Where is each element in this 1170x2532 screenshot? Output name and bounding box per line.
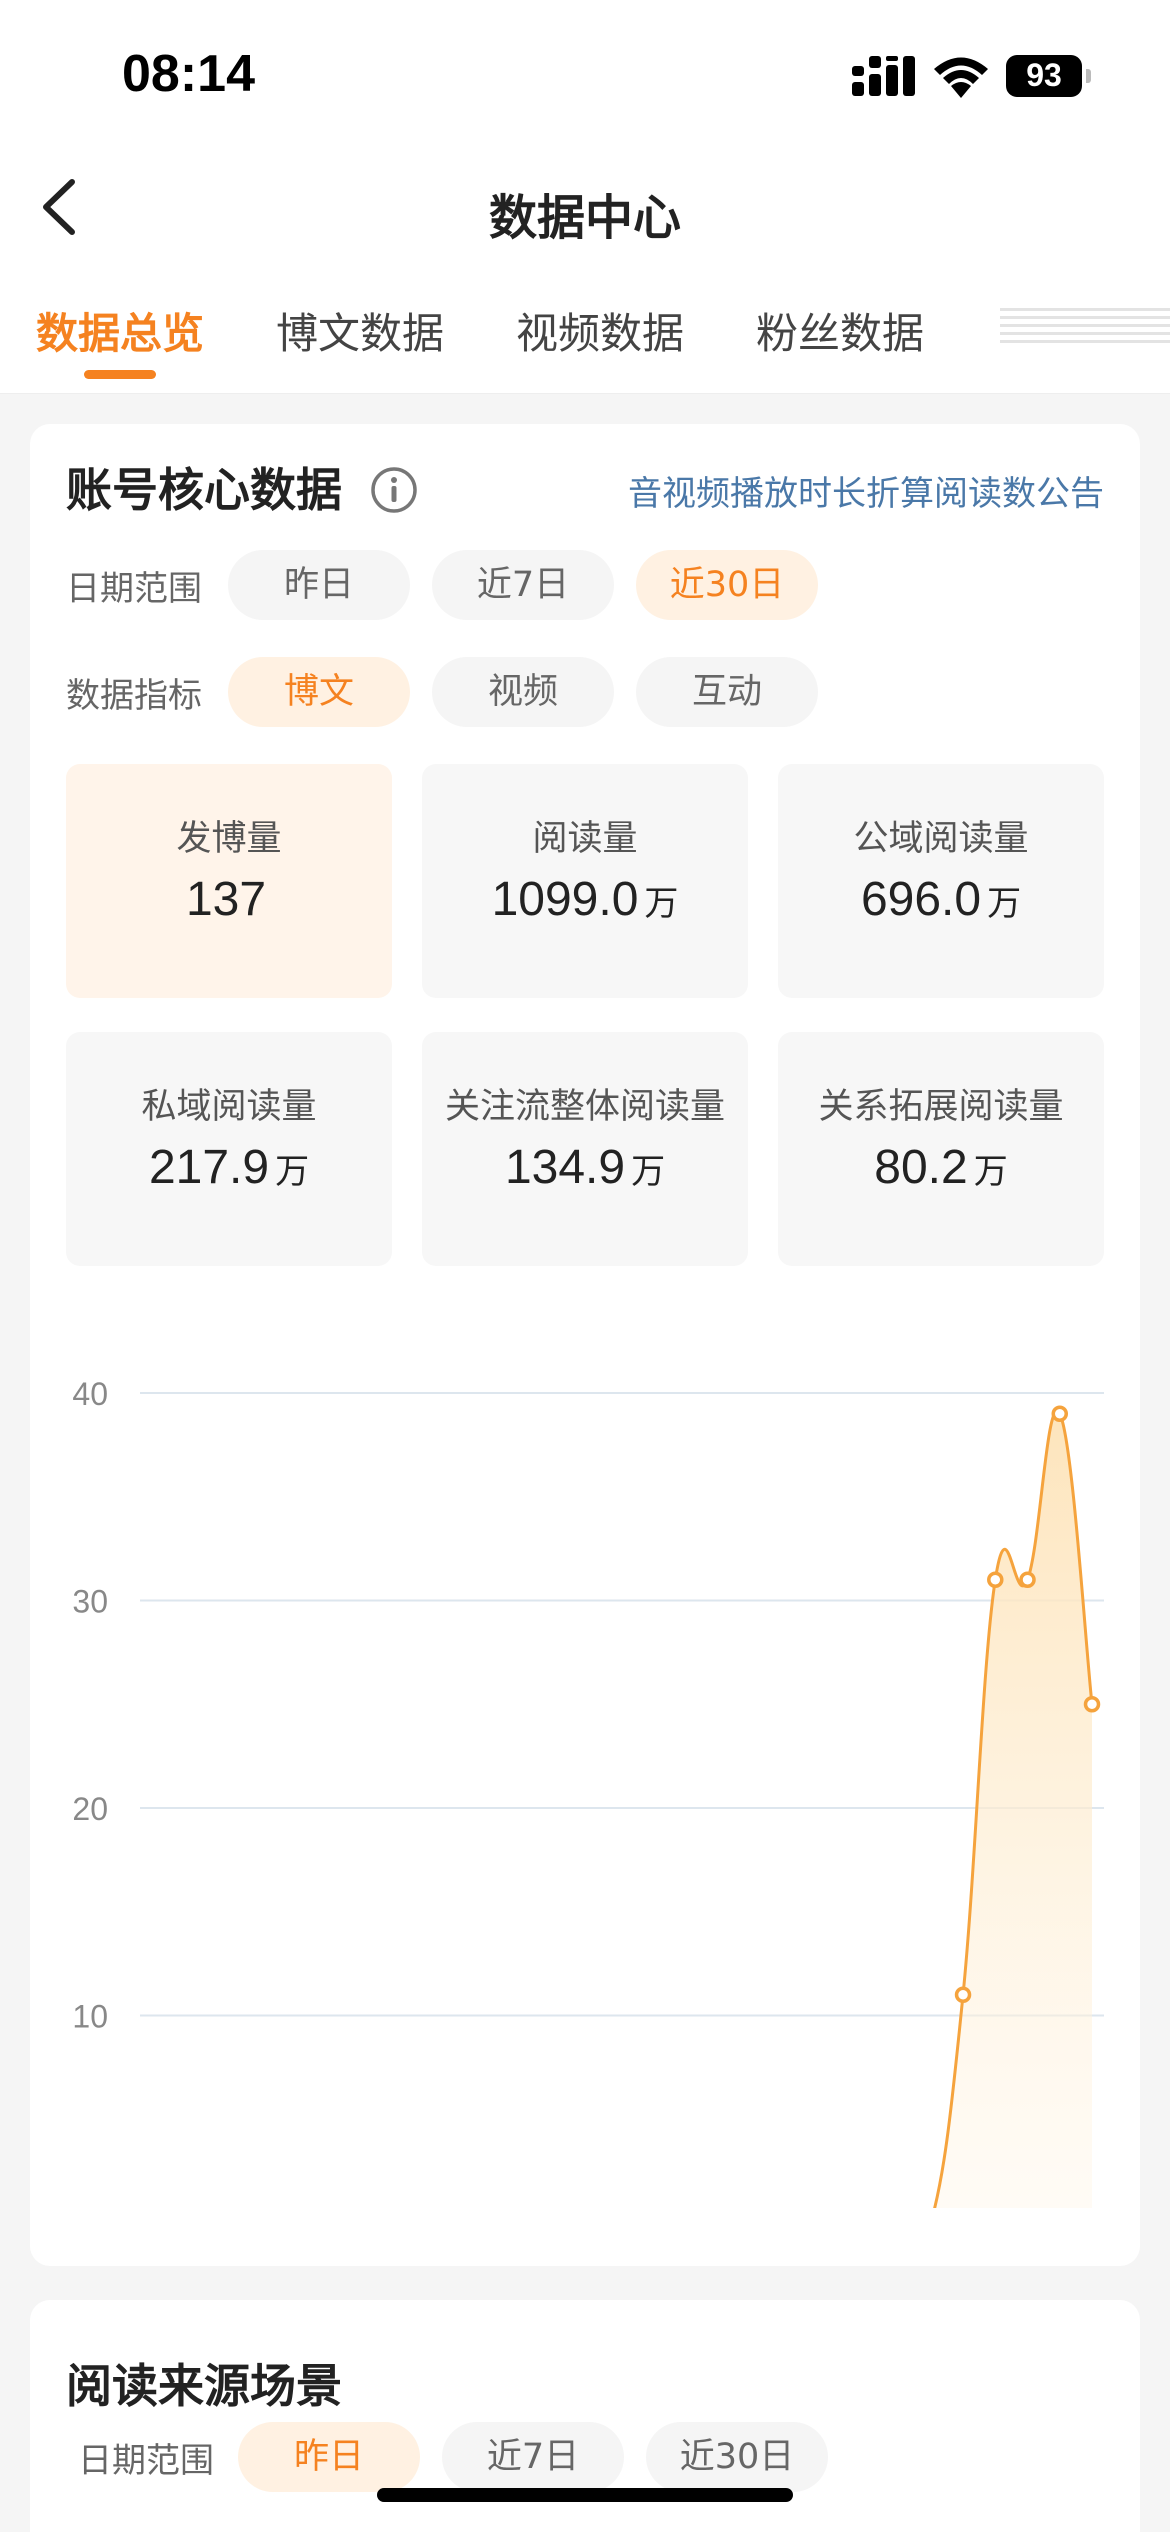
metric-card-private-reads[interactable]: 私域阅读量 217.9 万	[66, 1032, 392, 1266]
metric-unit: 万	[973, 1152, 1008, 1192]
y-tick-label: 20	[72, 1791, 108, 1827]
metric-value: 696.0	[860, 873, 982, 926]
status-time: 08:14	[122, 45, 255, 103]
metric-unit: 万	[275, 1152, 310, 1192]
data-point	[1019, 1571, 1036, 1588]
data-point	[987, 1571, 1004, 1588]
tab-overflow-fade[interactable]	[1000, 308, 1170, 348]
metric-unit: 万	[987, 884, 1022, 924]
date-option-yesterday[interactable]: 昨日	[228, 550, 410, 620]
metric-card-follow-feed-reads[interactable]: 关注流整体阅读量 134.9 万	[422, 1032, 748, 1266]
announcement-link[interactable]: 音视频播放时长折算阅读数公告	[628, 466, 1104, 515]
date-range-label: 日期范围	[66, 569, 202, 609]
metric-unit: 万	[644, 884, 679, 924]
metric-option-video[interactable]: 视频	[432, 657, 614, 727]
tab-video-data[interactable]: 视频数据	[516, 300, 684, 361]
metric-value: 217.9	[148, 1141, 270, 1194]
metric-value: 134.9	[504, 1141, 626, 1194]
series-line	[933, 1409, 1094, 2208]
page-title: 数据中心	[488, 190, 681, 246]
trend-chart[interactable]: 01020304004/0704/1104/1504/1904/2304/270…	[30, 1348, 1140, 2208]
metric-label: 私域阅读量	[141, 1087, 317, 1127]
metric-unit: 万	[631, 1152, 666, 1192]
read-source-title: 阅读来源场景	[66, 2359, 342, 2413]
source-date-range-label: 日期范围	[78, 2441, 214, 2481]
date-option-30days[interactable]: 近30日	[636, 550, 818, 620]
cellular-signal-icon	[852, 56, 915, 96]
data-point	[1051, 1405, 1069, 1422]
source-date-option-yesterday[interactable]: 昨日	[238, 2422, 420, 2492]
date-option-7days[interactable]: 近7日	[432, 550, 614, 620]
metric-card-reads[interactable]: 阅读量 1099.0 万	[422, 764, 748, 998]
y-tick-label: 30	[72, 1584, 108, 1620]
active-tab-indicator	[84, 370, 156, 379]
data-point	[954, 1986, 972, 2003]
metric-option-interaction[interactable]: 互动	[636, 657, 818, 727]
metric-label: 关系拓展阅读量	[818, 1087, 1064, 1127]
y-tick-label: 0	[90, 2206, 108, 2208]
tab-bar: 数据总览 博文数据 视频数据 粉丝数据	[0, 270, 1170, 394]
source-date-option-7days[interactable]: 近7日	[442, 2422, 624, 2492]
metric-card-relation-reads[interactable]: 关系拓展阅读量 80.2 万	[778, 1032, 1104, 1266]
metric-card-public-reads[interactable]: 公域阅读量 696.0 万	[778, 764, 1104, 998]
metric-label: 关注流整体阅读量	[444, 1087, 725, 1127]
metric-value: 1099.0	[491, 873, 639, 926]
tab-fans-data[interactable]: 粉丝数据	[756, 300, 924, 361]
metric-type-label: 数据指标	[66, 676, 202, 716]
metric-card-posts[interactable]: 发博量 137	[66, 764, 392, 998]
metric-label: 阅读量	[532, 819, 638, 859]
source-date-option-30days[interactable]: 近30日	[646, 2422, 828, 2492]
tab-post-data[interactable]: 博文数据	[276, 300, 444, 361]
metric-value: 80.2	[874, 1141, 968, 1194]
battery-cap	[1086, 69, 1091, 83]
metric-label: 公域阅读量	[853, 819, 1029, 859]
nav-bar: 数据中心	[0, 150, 1170, 270]
tab-overview[interactable]: 数据总览	[36, 300, 204, 361]
info-icon[interactable]	[370, 466, 418, 514]
home-indicator	[377, 2488, 793, 2502]
data-point	[1083, 1696, 1101, 1713]
y-tick-label: 40	[72, 1376, 108, 1412]
status-bar: 08:14 93	[0, 0, 1170, 150]
metric-option-post[interactable]: 博文	[228, 657, 410, 727]
metric-label: 发博量	[176, 819, 282, 859]
wifi-icon	[934, 57, 988, 98]
metric-value: 137	[185, 873, 267, 926]
y-tick-label: 10	[72, 1999, 108, 2035]
core-data-card: 账号核心数据 音视频播放时长折算阅读数公告 日期范围 昨日 近7日 近30日 数…	[30, 424, 1140, 2266]
core-data-title: 账号核心数据	[66, 463, 342, 517]
battery-level: 93	[1026, 57, 1062, 93]
